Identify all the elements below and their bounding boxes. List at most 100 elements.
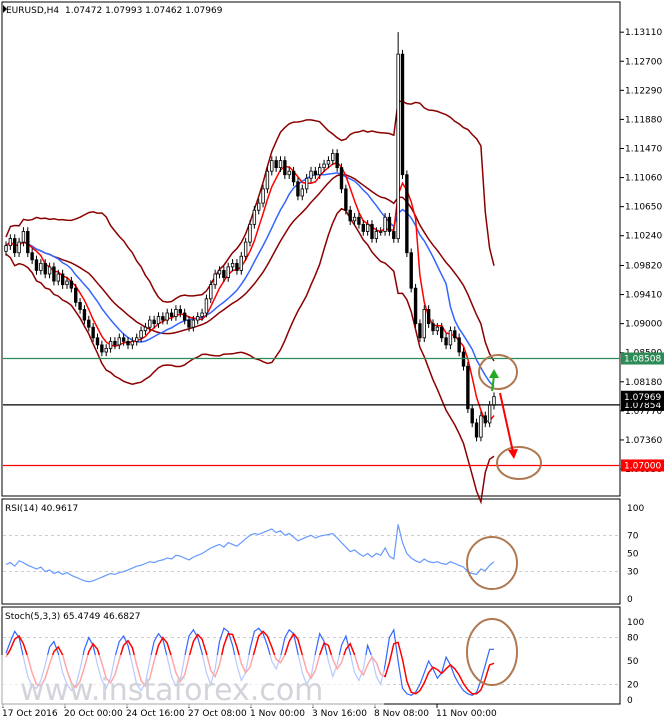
watermark-text: www.instaforex.com: [20, 673, 323, 708]
candle-body: [409, 252, 413, 289]
candle-body: [357, 216, 361, 225]
candle-body: [182, 312, 187, 321]
candle-body: [56, 273, 60, 282]
candle-body: [26, 231, 30, 254]
candle-body: [352, 216, 357, 222]
x-tick-label: 1 Nov 00:00: [250, 709, 305, 719]
candle-body: [474, 422, 479, 438]
candle-body: [335, 153, 339, 169]
level-label: 1.07000: [624, 461, 661, 471]
candle-body: [296, 181, 300, 197]
rsi-tick-label: 30: [627, 568, 639, 578]
y-tick-label: 1.11470: [625, 144, 662, 154]
candle-body: [178, 309, 182, 314]
y-tick-label: 1.11060: [625, 174, 662, 184]
candle-body: [165, 312, 169, 321]
candle-body: [339, 167, 344, 190]
candle-body: [322, 163, 326, 169]
candle-body: [396, 53, 400, 239]
candle-body: [69, 280, 74, 289]
candle-body: [30, 252, 34, 261]
candle-body: [479, 415, 483, 438]
x-tick-label: 27 Oct 08:00: [188, 709, 247, 719]
candle-body: [126, 340, 130, 346]
candle-body: [370, 223, 374, 239]
candle-body: [374, 231, 379, 239]
y-tick-label: 1.12290: [625, 86, 662, 96]
y-tick-label: 1.08180: [625, 378, 662, 388]
candle-body: [457, 337, 461, 353]
candle-body: [300, 188, 304, 197]
candle-body: [152, 319, 156, 325]
candle-body: [304, 177, 309, 190]
stoch-tick-label: 100: [627, 618, 644, 628]
candle-body: [470, 408, 474, 424]
candle-body: [309, 170, 313, 179]
candle-body: [261, 188, 265, 204]
candle-body: [379, 231, 383, 233]
stoch-tick-label: 80: [627, 634, 639, 644]
candle-body: [60, 273, 65, 286]
candle-body: [213, 273, 217, 286]
candle-body: [39, 262, 43, 271]
stoch-tick-label: 0: [627, 696, 633, 706]
candle-body: [230, 262, 235, 268]
candle-body: [235, 262, 239, 271]
level-label: 1.08508: [624, 355, 661, 365]
candle-body: [65, 280, 69, 286]
candle-body: [130, 340, 135, 346]
candle-body: [204, 298, 209, 314]
candle-body: [13, 238, 17, 254]
candle-body: [405, 174, 409, 254]
y-tick-label: 1.09410: [625, 291, 662, 301]
candle-body: [121, 337, 126, 342]
candle-body: [418, 323, 422, 339]
candle-body: [426, 309, 431, 325]
y-tick-label: 1.09820: [625, 261, 662, 271]
candle-body: [361, 223, 365, 232]
candle-body: [52, 266, 56, 282]
candle-body: [47, 266, 52, 275]
candle-body: [422, 309, 426, 339]
candle-body: [239, 255, 243, 271]
x-tick-label: 3 Nov 16:00: [312, 709, 367, 719]
candle-body: [383, 216, 387, 232]
candle-body: [113, 340, 117, 346]
candle-body: [191, 319, 196, 328]
candle-body: [435, 326, 440, 332]
candle-body: [143, 326, 148, 332]
candle-body: [287, 170, 291, 176]
candle-body: [135, 337, 139, 342]
y-tick-label: 1.09000: [625, 320, 662, 330]
candle-body: [413, 287, 418, 325]
candle-body: [139, 330, 143, 339]
candle-body: [444, 337, 448, 346]
y-tick-label: 1.07360: [625, 436, 662, 446]
candle-body: [209, 284, 213, 300]
candle-body: [156, 316, 161, 325]
y-tick-label: 1.12700: [625, 57, 662, 67]
candle-body: [440, 326, 444, 339]
y-tick-label: 1.13110: [625, 28, 662, 38]
candle-body: [104, 348, 108, 353]
rsi-panel-frame: [1, 498, 621, 605]
rsi-tick-label: 70: [627, 531, 639, 541]
candle-body: [291, 170, 296, 183]
candle-body: [87, 319, 91, 328]
ohlc-label: 1.07472 1.07993 1.07462 1.07969: [65, 6, 223, 16]
candle-body: [431, 323, 435, 332]
candle-body: [313, 170, 318, 176]
candle-body: [318, 167, 322, 176]
stoch-title: Stoch(5,3,3) 65.4749 46.6827: [5, 612, 140, 622]
watermark: www.instaforex.com: [0, 655, 384, 708]
candle-body: [348, 209, 352, 222]
candle-body: [196, 316, 200, 321]
stoch-tick-label: 50: [627, 657, 639, 667]
x-tick-label: 20 Oct 00:00: [64, 709, 123, 719]
candle-body: [331, 153, 335, 161]
candle-body: [392, 231, 396, 239]
candle-body: [226, 266, 230, 278]
candle-body: [174, 309, 178, 317]
candle-body: [270, 160, 274, 172]
candle-body: [483, 415, 487, 424]
